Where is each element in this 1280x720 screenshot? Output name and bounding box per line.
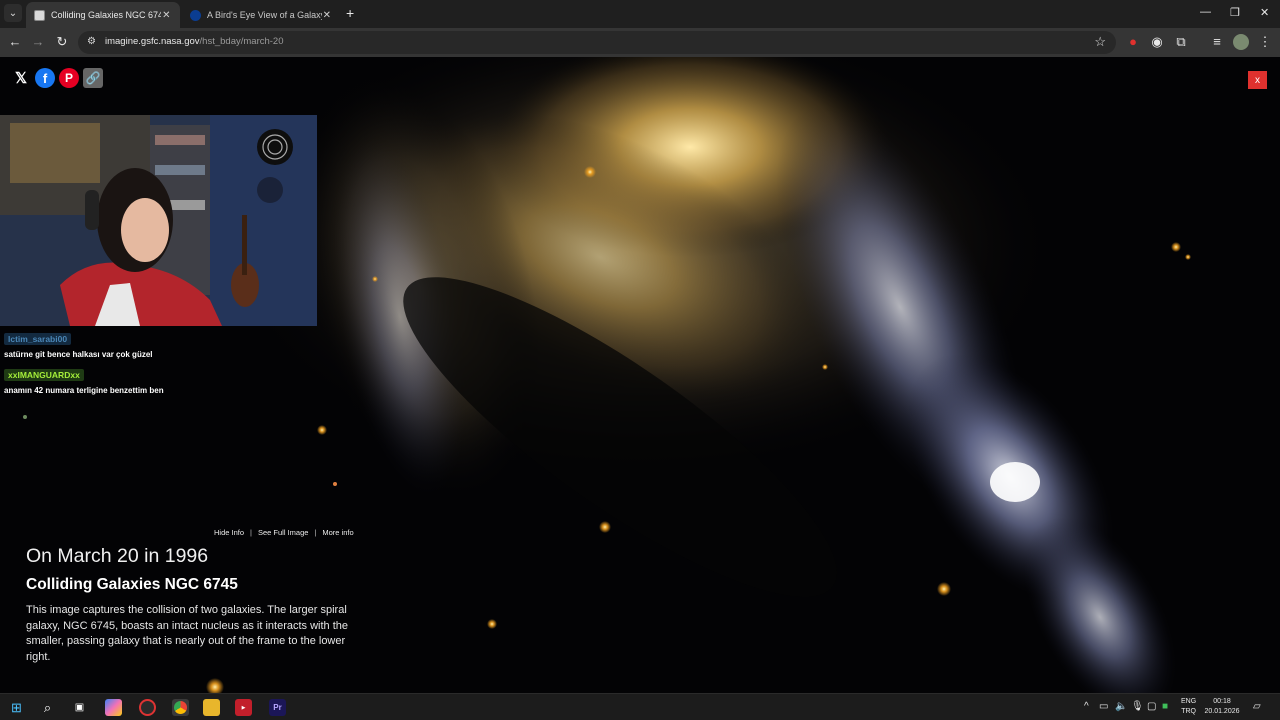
x-icon[interactable]: 𝕏 bbox=[11, 68, 31, 88]
tray-chevron-icon[interactable]: ^ bbox=[1084, 701, 1089, 712]
chat-message: xxIMANGUARDxx anamın 42 numara terligine… bbox=[4, 365, 164, 395]
tab-title: Colliding Galaxies NGC 6745 bbox=[51, 10, 161, 20]
back-icon[interactable]: ← bbox=[7, 34, 23, 50]
minimize-icon[interactable]: — bbox=[1200, 6, 1211, 18]
network-icon[interactable]: ▢ bbox=[1147, 701, 1156, 712]
tab-colliding-galaxies[interactable]: Colliding Galaxies NGC 6745 ✕ bbox=[26, 2, 180, 28]
tab-favicon-icon bbox=[34, 9, 45, 21]
video-editor-icon[interactable]: ▶ bbox=[235, 699, 252, 716]
chat-text: anamın 42 numara terligine benzettim ben bbox=[4, 386, 164, 395]
search-icon[interactable]: ⌕ bbox=[39, 699, 56, 716]
share-bar: 𝕏 f P 🔗 bbox=[11, 68, 103, 88]
taskbar: ⊞ ⌕ ▣ ▶ Pr ^ ▭ 🔈 🎙 ▢ ■ ENG TRQ 00:18 20.… bbox=[0, 693, 1280, 720]
new-tab-icon[interactable]: + bbox=[346, 6, 354, 20]
date-heading: On March 20 in 1996 bbox=[26, 545, 209, 567]
page-content: 𝕏 f P 🔗 x lctim_sarabi00 satürne git ben… bbox=[0, 57, 1280, 693]
system-clock[interactable]: 00:18 20.01.2026 bbox=[1203, 697, 1241, 717]
clock-time: 00:18 bbox=[1213, 698, 1231, 705]
restore-icon[interactable]: ❐ bbox=[1230, 6, 1240, 19]
bookmark-star-icon[interactable]: ☆ bbox=[1094, 34, 1106, 50]
browser-menu-icon[interactable]: ⋮ bbox=[1257, 34, 1273, 50]
webcam-overlay bbox=[0, 115, 317, 326]
pinterest-icon[interactable]: P bbox=[59, 68, 79, 88]
app-tray-icon[interactable]: ■ bbox=[1162, 701, 1168, 712]
tab-birds-eye-view[interactable]: A Bird's Eye View of a Galaxy Co ✕ bbox=[182, 2, 340, 28]
nasa-favicon-icon bbox=[190, 9, 201, 21]
lang-primary: ENG bbox=[1181, 698, 1197, 705]
address-bar[interactable]: ⚙ imagine.gsfc.nasa.gov/hst_bday/march-2… bbox=[78, 31, 1116, 54]
microphone-icon[interactable]: 🎙 bbox=[1131, 701, 1144, 712]
tab-close-icon[interactable]: ✕ bbox=[161, 10, 172, 21]
lang-secondary: TRQ bbox=[1181, 708, 1196, 715]
premiere-pro-icon[interactable]: Pr bbox=[269, 699, 286, 716]
notification-icon[interactable]: ▱ bbox=[1253, 701, 1261, 712]
profile-avatar-icon[interactable] bbox=[1233, 34, 1249, 50]
tab-search-icon[interactable]: ⌄ bbox=[4, 4, 22, 22]
volume-icon[interactable]: 🔈 bbox=[1115, 701, 1127, 712]
chat-username: xxIMANGUARDxx bbox=[4, 369, 84, 381]
url-text[interactable]: imagine.gsfc.nasa.gov/hst_bday/march-20 bbox=[105, 36, 284, 47]
close-window-icon[interactable]: ✕ bbox=[1260, 6, 1269, 19]
extension-red-icon[interactable]: ● bbox=[1125, 34, 1141, 50]
windows-start-icon[interactable]: ⊞ bbox=[8, 699, 25, 716]
battery-icon[interactable]: ▭ bbox=[1099, 701, 1108, 712]
image-description: This image captures the collision of two… bbox=[26, 604, 349, 664]
image-title: Colliding Galaxies NGC 6745 bbox=[26, 576, 238, 593]
chat-text: satürne git bence halkası var çok güzel bbox=[4, 350, 153, 359]
hide-info-link[interactable]: Hide Info bbox=[214, 528, 244, 537]
facebook-icon[interactable]: f bbox=[35, 68, 55, 88]
clock-date: 20.01.2026 bbox=[1204, 708, 1240, 715]
task-view-icon[interactable]: ▣ bbox=[71, 699, 88, 716]
tab-strip: ⌄ Colliding Galaxies NGC 6745 ✕ A Bird's… bbox=[0, 0, 1280, 28]
file-explorer-icon[interactable] bbox=[203, 699, 220, 716]
browser-toolbar: ← → ↻ ⚙ imagine.gsfc.nasa.gov/hst_bday/m… bbox=[0, 28, 1280, 57]
tab-close-icon[interactable]: ✕ bbox=[322, 10, 332, 21]
chrome-icon[interactable] bbox=[172, 699, 189, 716]
copilot-icon[interactable] bbox=[105, 699, 122, 716]
site-info-icon[interactable]: ⚙ bbox=[87, 36, 99, 48]
extension-circle-icon[interactable]: ◉ bbox=[1149, 34, 1165, 50]
media-controls-icon[interactable]: ≡ bbox=[1209, 34, 1225, 50]
chat-username: lctim_sarabi00 bbox=[4, 333, 72, 345]
link-icon[interactable]: 🔗 bbox=[83, 68, 103, 88]
more-info-link[interactable]: More info bbox=[322, 528, 353, 537]
see-full-image-link[interactable]: See Full Image bbox=[258, 528, 308, 537]
chat-message: lctim_sarabi00 satürne git bence halkası… bbox=[4, 329, 164, 359]
app-icon[interactable] bbox=[139, 699, 156, 716]
reload-icon[interactable]: ↻ bbox=[54, 34, 70, 50]
extensions-puzzle-icon[interactable]: ⧉ bbox=[1173, 34, 1189, 50]
stream-chat: lctim_sarabi00 satürne git bence halkası… bbox=[4, 329, 164, 401]
close-overlay-button[interactable]: x bbox=[1248, 71, 1267, 89]
input-language[interactable]: ENG TRQ bbox=[1181, 697, 1196, 717]
forward-icon[interactable]: → bbox=[30, 34, 46, 50]
info-links: Hide Info | See Full Image | More info bbox=[214, 528, 354, 537]
tab-title: A Bird's Eye View of a Galaxy Co bbox=[207, 10, 322, 20]
